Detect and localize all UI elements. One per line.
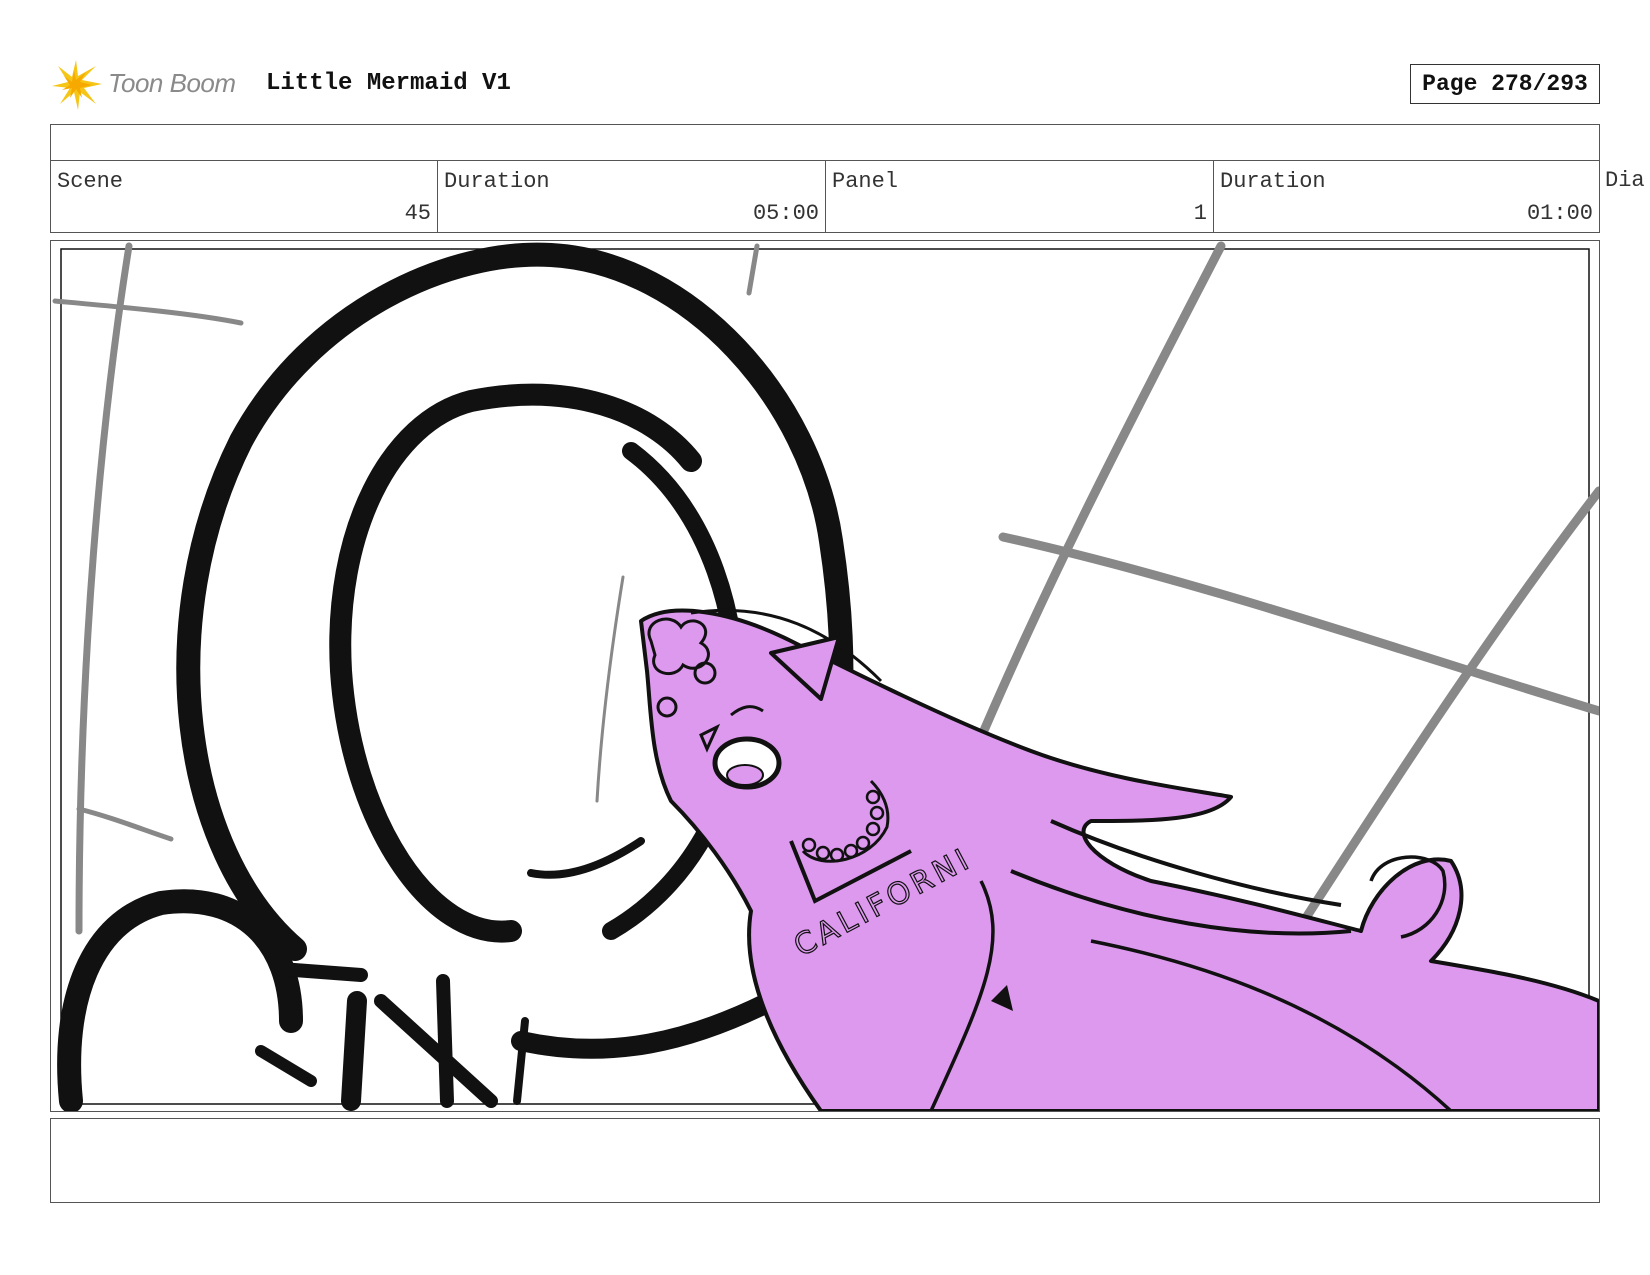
logo-text: Toon Boom <box>108 68 236 98</box>
panel-duration-value: 01:00 <box>1526 201 1593 226</box>
page-indicator: Page 278/293 <box>1410 64 1600 104</box>
panel-drawing: CALIFORNI <box>52 241 1599 1111</box>
page-number: Page 278/293 <box>1422 71 1588 97</box>
panel-info-row: Scene 45 Duration 05:00 Panel 1 Duration… <box>50 160 1650 233</box>
scene-cell: Scene 45 <box>50 160 438 233</box>
starburst-icon <box>52 60 102 110</box>
scene-duration-cell: Duration 05:00 <box>437 160 826 233</box>
scene-duration-value: 05:00 <box>752 201 819 226</box>
panel-notes-box[interactable] <box>50 1118 1600 1203</box>
toon-boom-logo: Toon Boom <box>52 58 252 112</box>
scene-duration-label: Duration <box>444 169 550 194</box>
panel-value: 1 <box>1193 201 1207 226</box>
panel-duration-cell: Duration 01:00 <box>1213 160 1600 233</box>
panel-duration-label: Duration <box>1220 169 1326 194</box>
panel-cell: Panel 1 <box>825 160 1214 233</box>
header-blank-row <box>50 124 1600 161</box>
scene-value: 45 <box>404 201 431 226</box>
panel-label: Panel <box>832 169 899 194</box>
project-title: Little Mermaid V1 <box>266 70 511 97</box>
dialogue-label-cut: Dia <box>1605 168 1645 193</box>
storyboard-panel: CALIFORNI <box>50 240 1600 1112</box>
scene-label: Scene <box>57 169 124 194</box>
